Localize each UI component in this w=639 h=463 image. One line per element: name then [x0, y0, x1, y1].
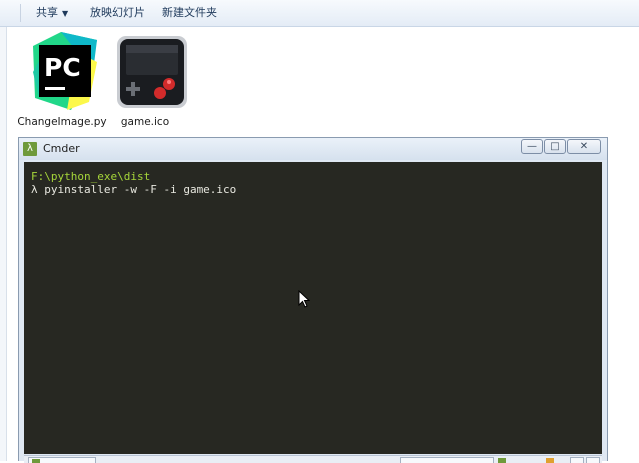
cmder-titlebar[interactable]: λ Cmder — □ ✕: [19, 138, 607, 160]
maximize-button[interactable]: □: [544, 139, 566, 154]
cmder-statusbar: [24, 455, 602, 463]
status-field: [400, 457, 494, 463]
navigation-pane-edge: [0, 27, 7, 461]
lambda-icon: [32, 459, 40, 463]
status-button[interactable]: [570, 457, 584, 463]
share-menu-button[interactable]: 共享 ▼: [36, 6, 68, 20]
game-console-icon: [117, 36, 187, 108]
maximize-icon: □: [550, 141, 560, 152]
terminal-console[interactable]: F:\python_exe\dist λ pyinstaller -w -F -…: [24, 162, 602, 454]
close-button[interactable]: ✕: [567, 139, 601, 154]
pycharm-icon: PC: [33, 32, 97, 110]
minimize-button[interactable]: —: [521, 139, 543, 154]
close-icon: ✕: [579, 141, 589, 152]
svg-text:PC: PC: [44, 53, 81, 82]
toolbar-separator: [20, 4, 21, 22]
share-label: 共享: [36, 6, 58, 19]
file-name-label: game.ico: [120, 116, 170, 128]
status-button[interactable]: [586, 457, 600, 463]
new-folder-button[interactable]: 新建文件夹: [162, 6, 217, 20]
file-name-label: ChangeImage.py: [17, 116, 107, 128]
lambda-icon: λ: [23, 142, 37, 156]
console-tab[interactable]: [28, 457, 96, 463]
cmder-window[interactable]: λ Cmder — □ ✕ F:\python_exe\dist λ pyins…: [18, 137, 608, 463]
mouse-pointer-icon: [298, 290, 310, 308]
prompt-path: F:\python_exe\dist: [31, 170, 151, 183]
chevron-down-icon: ▼: [62, 9, 69, 18]
minimize-icon: —: [527, 141, 537, 152]
command-line[interactable]: λ pyinstaller -w -F -i game.ico: [31, 183, 236, 196]
slideshow-button[interactable]: 放映幻灯片: [90, 6, 145, 20]
file-item-changeimage[interactable]: PC ChangeImage.py: [17, 32, 107, 132]
explorer-toolbar: 共享 ▼ 放映幻灯片 新建文件夹: [0, 0, 639, 27]
file-item-game-ico[interactable]: game.ico: [100, 32, 190, 132]
window-title: Cmder: [43, 142, 80, 155]
